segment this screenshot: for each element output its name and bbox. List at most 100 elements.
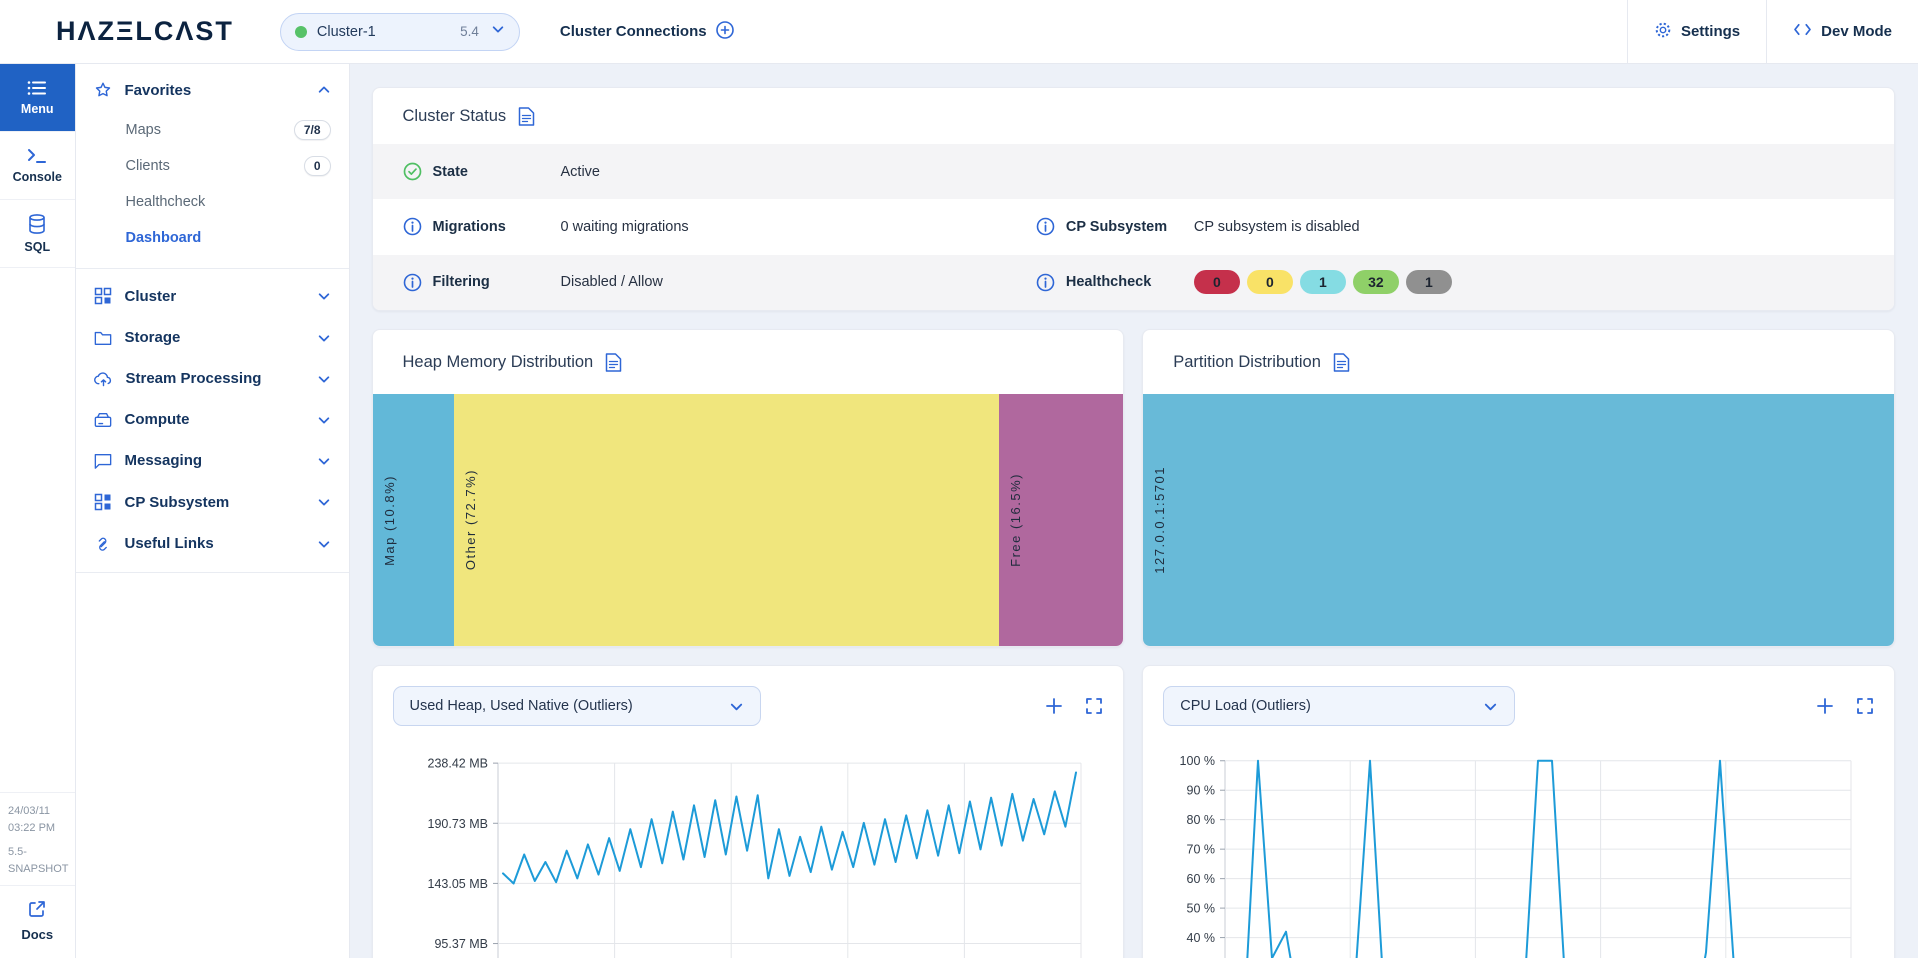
cluster-name: Cluster-1 [317, 24, 450, 40]
settings-label: Settings [1681, 23, 1740, 40]
chevron-down-icon [491, 22, 505, 41]
heap-segment-other-label: Other (72.7%) [463, 469, 478, 570]
cluster-section-label: Cluster [125, 288, 177, 305]
compute-section-label: Compute [125, 411, 190, 428]
plus-circle-icon [716, 21, 734, 43]
metric-select-right-value: CPU Load (Outliers) [1180, 698, 1311, 714]
status-row-migrations: Migrations 0 waiting migrations CP Subsy… [373, 199, 1895, 254]
docs-link[interactable]: Docs [0, 885, 75, 958]
info-icon[interactable] [1036, 217, 1066, 236]
migrations-label: Migrations [433, 219, 561, 235]
rail-timestamp: 24/03/11 03:22 PM 5.5-SNAPSHOT [0, 792, 75, 885]
healthcheck-badge-red[interactable]: 0 [1194, 270, 1240, 294]
chevron-up-icon [317, 83, 331, 97]
database-icon [28, 214, 46, 234]
cluster-selector[interactable]: Cluster-1 5.4 [280, 13, 520, 51]
heap-segment-other[interactable]: Other (72.7%) [454, 394, 1000, 646]
dev-mode-button[interactable]: Dev Mode [1766, 0, 1918, 63]
partition-segment-member[interactable]: 127.0.0.1:5701 [1143, 394, 1894, 646]
partition-segment-member-label: 127.0.0.1:5701 [1152, 466, 1167, 574]
healthcheck-badge-yellow[interactable]: 0 [1247, 270, 1293, 294]
healthcheck-badge-gray[interactable]: 1 [1406, 270, 1452, 294]
healthcheck-badge-cyan[interactable]: 1 [1300, 270, 1346, 294]
link-icon [94, 536, 112, 552]
sidebar-item-maps[interactable]: Maps 7/8 [76, 112, 349, 148]
folder-icon [94, 330, 112, 346]
cp-subsystem-section-label: CP Subsystem [125, 494, 230, 511]
metric-select-left[interactable]: Used Heap, Used Native (Outliers) [393, 686, 761, 726]
status-row-filtering: Filtering Disabled / Allow Healthcheck 0… [373, 255, 1895, 310]
sidebar-section-cp-subsystem[interactable]: CP Subsystem [76, 481, 349, 523]
external-link-icon [28, 900, 46, 921]
sidebar-item-dashboard[interactable]: Dashboard [76, 220, 349, 256]
cpu-load-chart-panel: CPU Load (Outliers) 100 %90 %80 %70 %60 … [1142, 665, 1895, 958]
chevron-down-icon [317, 537, 331, 551]
stream-processing-section-label: Stream Processing [126, 370, 262, 387]
menu-list-icon [27, 80, 47, 96]
gear-icon [1654, 21, 1672, 43]
cpu-load-chart: 100 %90 %80 %70 %60 %50 %40 %30 %20 % [1163, 736, 1879, 958]
document-icon[interactable] [518, 107, 535, 126]
cluster-connections-button[interactable]: Cluster Connections [560, 21, 734, 43]
cluster-status-dot [295, 26, 307, 38]
chevron-down-icon [317, 372, 331, 386]
metric-select-right[interactable]: CPU Load (Outliers) [1163, 686, 1515, 726]
rail-sql-button[interactable]: SQL [0, 200, 75, 268]
sidebar-section-stream-processing[interactable]: Stream Processing [76, 358, 349, 399]
svg-text:90 %: 90 % [1187, 784, 1216, 798]
info-icon[interactable] [1036, 273, 1066, 292]
svg-text:60 %: 60 % [1187, 872, 1216, 886]
filtering-label: Filtering [433, 274, 561, 290]
settings-button[interactable]: Settings [1627, 0, 1766, 63]
rail-menu-label: Menu [21, 102, 54, 116]
useful-links-section-label: Useful Links [125, 535, 214, 552]
state-label: State [433, 164, 561, 180]
heap-distribution-bar: Map (10.8%) Other (72.7%) Free (16.5%) [373, 394, 1124, 646]
info-icon[interactable] [403, 273, 433, 292]
snapshot-date: 24/03/11 [8, 803, 69, 820]
svg-text:95.37 MB: 95.37 MB [434, 937, 488, 951]
fullscreen-icon[interactable] [1856, 697, 1874, 715]
healthcheck-label: Healthcheck [126, 194, 206, 210]
rail-sql-label: SQL [24, 240, 50, 254]
status-row-state: State Active [373, 144, 1895, 199]
fullscreen-icon[interactable] [1085, 697, 1103, 715]
rail-console-button[interactable]: Console [0, 132, 75, 200]
sidebar: Favorites Maps 7/8 Clients 0 Healthcheck [76, 64, 350, 958]
hazelcast-logo[interactable]: HΛZΞLCΛST [56, 16, 234, 47]
sidebar-section-useful-links[interactable]: Useful Links [76, 523, 349, 564]
sidebar-section-compute[interactable]: Compute [76, 399, 349, 440]
sidebar-section-messaging[interactable]: Messaging [76, 440, 349, 481]
document-icon[interactable] [1333, 353, 1350, 372]
sidebar-item-clients[interactable]: Clients 0 [76, 148, 349, 184]
cluster-status-panel: Cluster Status State Active [372, 87, 1896, 311]
healthcheck-badges: 0 0 1 32 1 [1194, 270, 1452, 294]
maps-count-badge: 7/8 [294, 120, 331, 140]
sidebar-section-favorites[interactable]: Favorites [76, 68, 349, 112]
main-content: Cluster Status State Active [350, 64, 1918, 958]
add-chart-icon[interactable] [1816, 697, 1834, 715]
code-icon [1793, 22, 1812, 41]
mc-version: 5.5-SNAPSHOT [8, 844, 69, 877]
heap-segment-map[interactable]: Map (10.8%) [373, 394, 454, 646]
sidebar-item-healthcheck[interactable]: Healthcheck [76, 184, 349, 220]
rail-console-label: Console [13, 170, 62, 184]
messaging-section-label: Messaging [125, 452, 203, 469]
heap-segment-free[interactable]: Free (16.5%) [999, 394, 1123, 646]
sidebar-section-cluster[interactable]: Cluster [76, 275, 349, 317]
sidebar-section-storage[interactable]: Storage [76, 317, 349, 358]
info-icon[interactable] [403, 217, 433, 236]
document-icon[interactable] [605, 353, 622, 372]
add-chart-icon[interactable] [1045, 697, 1063, 715]
healthcheck-status-label: Healthcheck [1066, 274, 1194, 290]
rail-menu-button[interactable]: Menu [0, 64, 75, 132]
chevron-down-icon [317, 495, 331, 509]
chevron-down-icon [729, 699, 744, 714]
healthcheck-badge-green[interactable]: 32 [1353, 270, 1399, 294]
heap-segment-map-label: Map (10.8%) [382, 475, 397, 566]
svg-text:50 %: 50 % [1187, 902, 1216, 916]
chevron-down-icon [317, 331, 331, 345]
heap-memory-panel: Heap Memory Distribution Map (10.8%) Oth… [372, 329, 1125, 647]
clients-count-badge: 0 [304, 156, 331, 176]
cluster-version: 5.4 [460, 24, 479, 39]
